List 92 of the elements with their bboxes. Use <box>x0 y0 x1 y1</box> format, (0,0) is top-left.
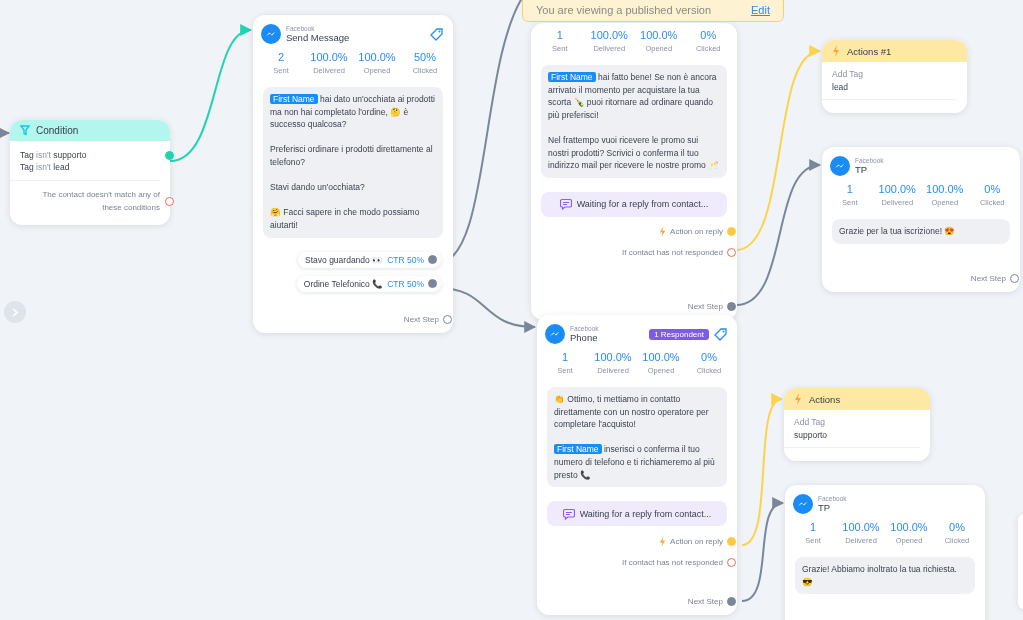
tag-icon[interactable] <box>430 27 443 41</box>
port-dot[interactable] <box>165 150 174 160</box>
messenger-icon <box>545 324 565 344</box>
tag-icon[interactable] <box>714 327 727 341</box>
chevron-right-icon <box>12 307 18 317</box>
quick-reply-label: Stavo guardando 👀 <box>305 254 384 265</box>
node-title: TP <box>855 164 869 175</box>
tag-value: supporto <box>794 430 829 440</box>
quick-reply-label: Ordine Telefonico 📞 <box>303 278 384 289</box>
messenger-icon <box>261 24 281 44</box>
stat-value: 2 <box>277 51 285 63</box>
messenger-icon <box>830 156 850 176</box>
port-dot[interactable] <box>165 196 174 206</box>
chat-icon <box>562 507 575 520</box>
stat-value: 100.0% <box>358 51 396 63</box>
port-label: If contact has not responded <box>622 248 723 258</box>
node-title: Condition <box>36 125 79 136</box>
condition-rule: Tag isn't supporto <box>20 150 87 160</box>
lightning-icon <box>832 45 840 57</box>
message-bubble: Grazie per la tua iscrizione! 😍 <box>832 219 1010 244</box>
chat-icon <box>559 198 572 211</box>
port-label: Action on reply <box>670 227 723 237</box>
node-title: TP <box>818 502 832 513</box>
port-dot[interactable] <box>428 279 437 289</box>
port-dot[interactable] <box>727 596 736 606</box>
waiting-text: Waiting for a reply from contact... <box>579 508 712 519</box>
stat-value: 100.0% <box>594 351 632 363</box>
first-name-variable: First Name <box>548 72 596 82</box>
node-title: Actions <box>809 393 841 405</box>
stat-value: 100.0% <box>642 351 680 363</box>
first-name-variable: First Name <box>270 94 318 104</box>
stat-value: 100.0% <box>926 183 964 195</box>
stat-value: 1 <box>556 29 563 41</box>
fallback-label: The contact doesn't match any of these conditions <box>41 189 160 214</box>
lightning-icon <box>794 393 802 405</box>
message-bubble: 👏 Ottimo, ti mettiamo in contatto direttamente con un nostro operatore per completare l'acquisto! First Name inserisci o conferma il tuo numero di telefono e ti richiameremo al più presto 📞 <box>547 387 727 488</box>
node-card[interactable]: Actions #1 Add Tag lead <box>822 40 967 113</box>
messenger-icon <box>793 494 813 514</box>
port-label: If contact has not responded <box>622 557 723 567</box>
stat-value: 100.0% <box>310 51 348 63</box>
stat-value: 100.0% <box>842 521 880 533</box>
connector-arrow <box>0 127 11 139</box>
node-card[interactable] <box>537 315 737 615</box>
node-title: Phone <box>570 332 599 343</box>
message-bubble: First Name hai dato un'occhiata ai prodotti ma non hai completato l'ordine, 🤔 è successo qualcosa? Preferisci ordinare i prodotti direttamente al telefono? Stavi dando un'occhiata? 🤗 Facci sapere in che modo possiamo aiutarti! <box>263 87 443 238</box>
node-title: Actions #1 <box>847 45 892 57</box>
lightning-icon <box>659 226 667 238</box>
port-label: Next Step <box>687 301 723 311</box>
port-label: Next Step <box>970 273 1006 283</box>
node-card[interactable] <box>531 23 737 320</box>
filter-icon <box>20 125 30 136</box>
stat-value: 100.0% <box>878 183 916 195</box>
condition-rule: Tag isn't lead <box>20 162 70 172</box>
message-bubble: Grazie! Abbiamo inoltrato la tua richiesta. 😎 <box>795 557 975 595</box>
port-dot[interactable] <box>727 227 736 237</box>
stat-value: 100.0% <box>640 29 678 41</box>
port-dot[interactable] <box>727 536 736 546</box>
first-name-variable: First Name <box>554 444 602 455</box>
ctr-label: CTR 50% <box>387 254 424 265</box>
node-title: Send Message <box>286 32 351 43</box>
stat-value: 1 <box>561 351 569 363</box>
port-label: Action on reply <box>670 536 723 546</box>
message-bubble: First Name hai fatto bene! Se non è ancora arrivato il momento per acquistare la tua scorta 🍾 puoi ritornare ad ordinare quando più preferisci! Nel frattempo vuoi ricevere le promo sui nostri prodotti? Scrivici o conferma il tuo indirizzo mail per ricevere le nostre promo 🥂 <box>541 65 727 178</box>
stat-value: 1 <box>846 183 853 195</box>
port-dot[interactable] <box>428 255 437 265</box>
action-type: Add Tag <box>794 417 827 427</box>
stat-value: 1 <box>809 521 817 533</box>
stat-value: 0% <box>701 351 717 363</box>
stat-value: 50% <box>414 51 436 63</box>
tag-value: lead <box>832 82 850 92</box>
port-dot[interactable] <box>443 314 452 324</box>
banner-text: You are viewing a published version <box>536 4 712 16</box>
node-card[interactable] <box>253 15 453 333</box>
port-label: Next Step <box>403 314 439 324</box>
port-dot[interactable] <box>727 557 736 567</box>
port-dot[interactable] <box>727 248 736 258</box>
node-card[interactable]: Actions Add Tag supporto <box>784 388 930 461</box>
stat-value: 100.0% <box>590 29 628 41</box>
stat-value: 0% <box>700 29 717 41</box>
ctr-label: CTR 50% <box>387 278 424 289</box>
stat-value: 0% <box>949 521 965 533</box>
action-type: Add Tag <box>832 69 865 79</box>
waiting-text: Waiting for a reply from contact... <box>576 199 709 210</box>
respondent-badge: 1 Respondent <box>649 328 709 340</box>
stat-value: 0% <box>984 183 1001 195</box>
quick-reply-button[interactable]: Ordine Telefonico 📞 CTR 50% <box>296 275 441 292</box>
port-label: Next Step <box>687 596 723 606</box>
quick-reply-button[interactable]: Stavo guardando 👀 CTR 50% <box>298 251 441 268</box>
stat-value: 100.0% <box>890 521 928 533</box>
port-dot[interactable] <box>727 301 736 311</box>
port-dot[interactable] <box>1010 273 1019 283</box>
lightning-icon <box>659 535 667 547</box>
